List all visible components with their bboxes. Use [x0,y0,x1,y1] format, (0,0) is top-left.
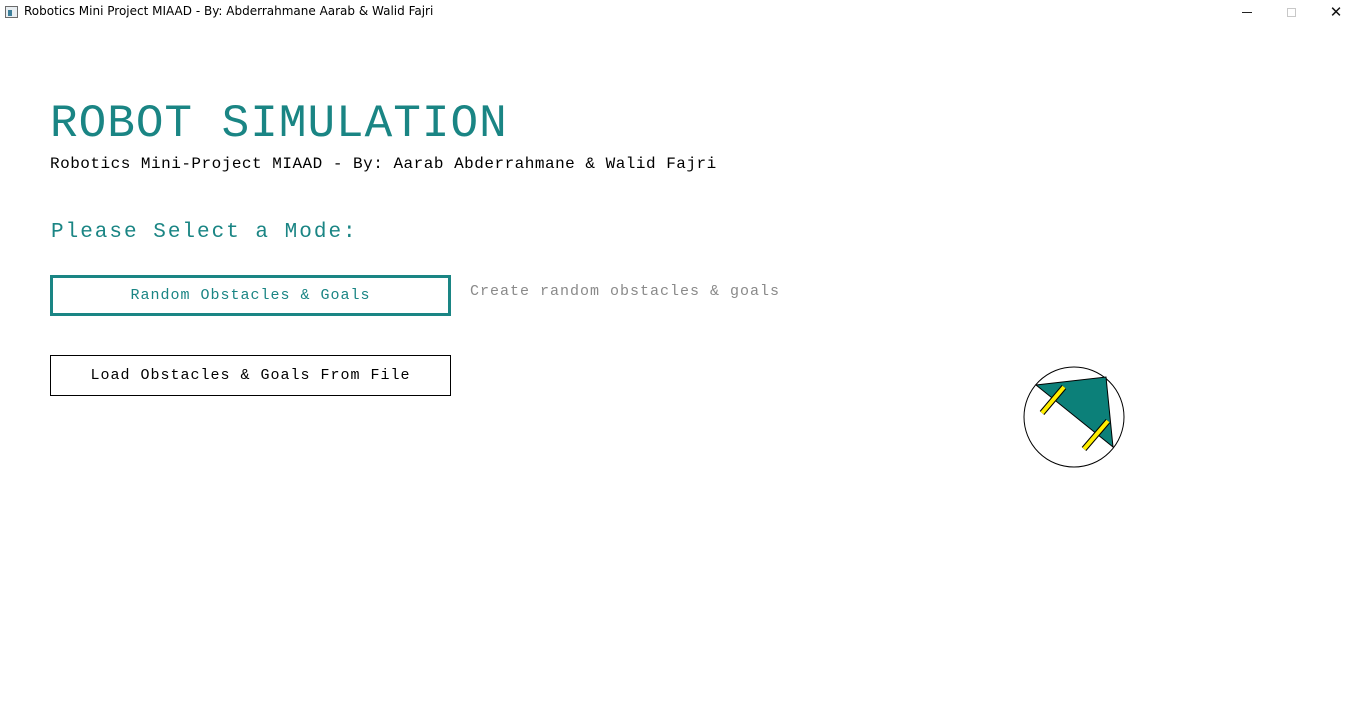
random-obstacles-button[interactable]: Random Obstacles & Goals [50,275,451,316]
app-window: Robotics Mini Project MIAAD - By: Abderr… [0,0,1357,725]
minimize-button[interactable] [1224,0,1270,24]
page-subtitle: Robotics Mini-Project MIAAD - By: Aarab … [50,155,717,173]
close-button[interactable]: ✕ [1313,0,1357,24]
app-icon [5,6,18,18]
close-icon: ✕ [1329,2,1343,21]
load-from-file-button[interactable]: Load Obstacles & Goals From File [50,355,451,396]
maximize-button[interactable] [1268,0,1314,24]
mode-hint: Create random obstacles & goals [470,283,781,300]
maximize-icon [1286,7,1296,17]
page-title: ROBOT SIMULATION [50,98,508,150]
window-title: Robotics Mini Project MIAAD - By: Abderr… [24,4,434,18]
title-bar[interactable]: Robotics Mini Project MIAAD - By: Abderr… [0,0,1357,24]
robot-icon [1023,366,1125,468]
mode-prompt: Please Select a Mode: [51,221,358,244]
load-from-file-button-label: Load Obstacles & Goals From File [90,367,411,384]
minimize-icon [1242,11,1252,13]
random-obstacles-button-label: Random Obstacles & Goals [130,287,371,304]
